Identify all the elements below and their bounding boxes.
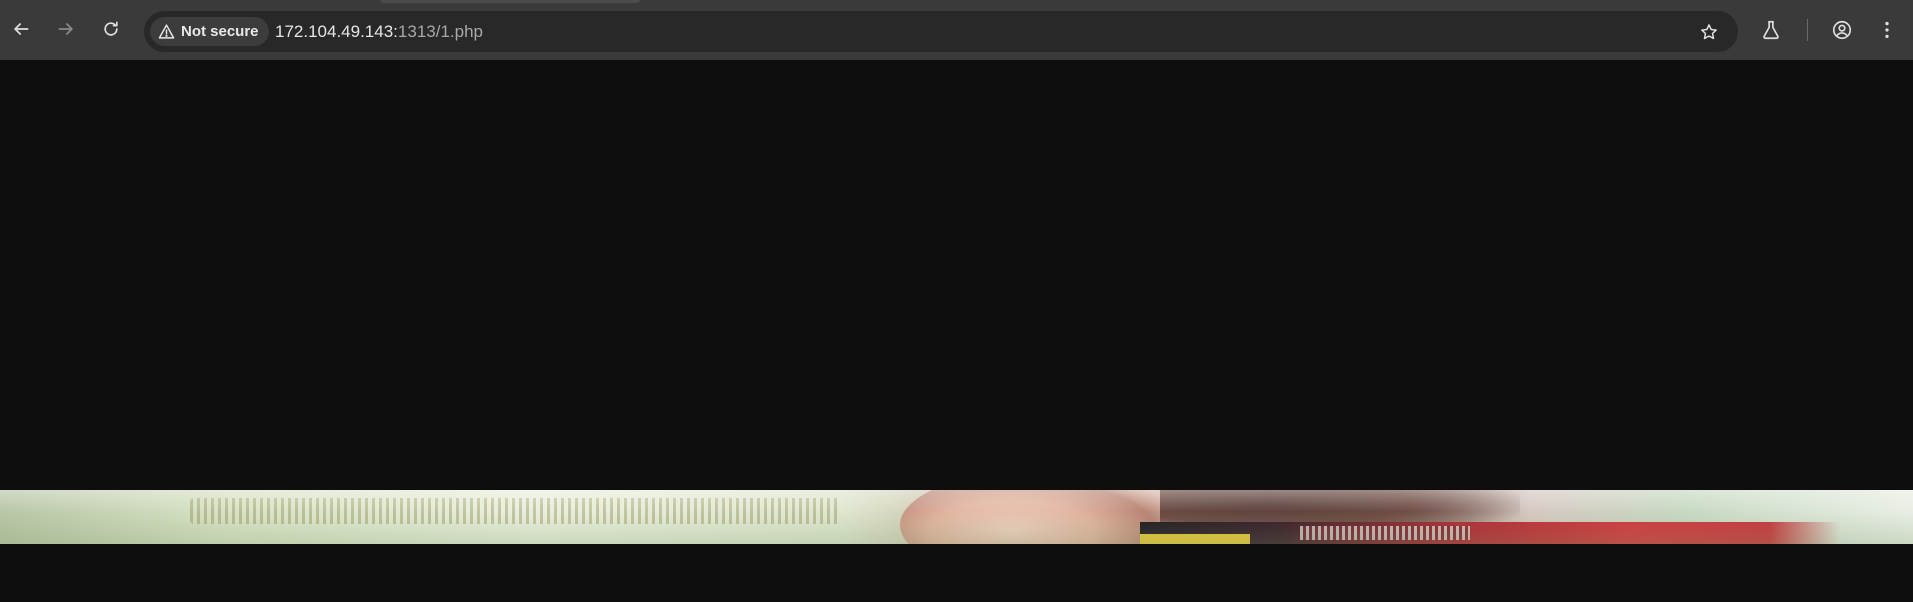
- reload-button[interactable]: [96, 14, 126, 44]
- account-circle-icon: [1832, 20, 1852, 40]
- address-bar[interactable]: Not secure 172.104.49.143:1313/1.php: [144, 11, 1738, 52]
- toolbar-divider: [1807, 19, 1808, 41]
- page-content: [0, 60, 1913, 602]
- star-icon: [1701, 24, 1717, 40]
- profile-button[interactable]: [1827, 15, 1857, 45]
- arrow-left-icon: [14, 23, 29, 35]
- url-host: 172.104.49.143:: [275, 22, 398, 41]
- banner-overlay: [0, 490, 1913, 544]
- photo-banner: [0, 490, 1913, 544]
- active-tab-edge: [380, 0, 640, 3]
- url-path: 1313/1.php: [397, 22, 483, 41]
- menu-button[interactable]: [1872, 15, 1902, 45]
- bookmark-button[interactable]: [1696, 19, 1722, 45]
- back-button[interactable]: [6, 14, 36, 44]
- labs-button[interactable]: [1756, 15, 1786, 45]
- flask-icon: [1763, 20, 1779, 40]
- kebab-menu-icon: [1885, 21, 1889, 39]
- arrow-right-icon: [58, 23, 73, 35]
- browser-toolbar: Not secure 172.104.49.143:1313/1.php: [0, 0, 1913, 60]
- warning-triangle-icon: [158, 24, 175, 39]
- security-label: Not secure: [181, 23, 259, 40]
- reload-icon: [104, 21, 118, 36]
- security-chip[interactable]: Not secure: [150, 17, 269, 46]
- url-text[interactable]: 172.104.49.143:1313/1.php: [275, 22, 483, 42]
- forward-button[interactable]: [51, 14, 81, 44]
